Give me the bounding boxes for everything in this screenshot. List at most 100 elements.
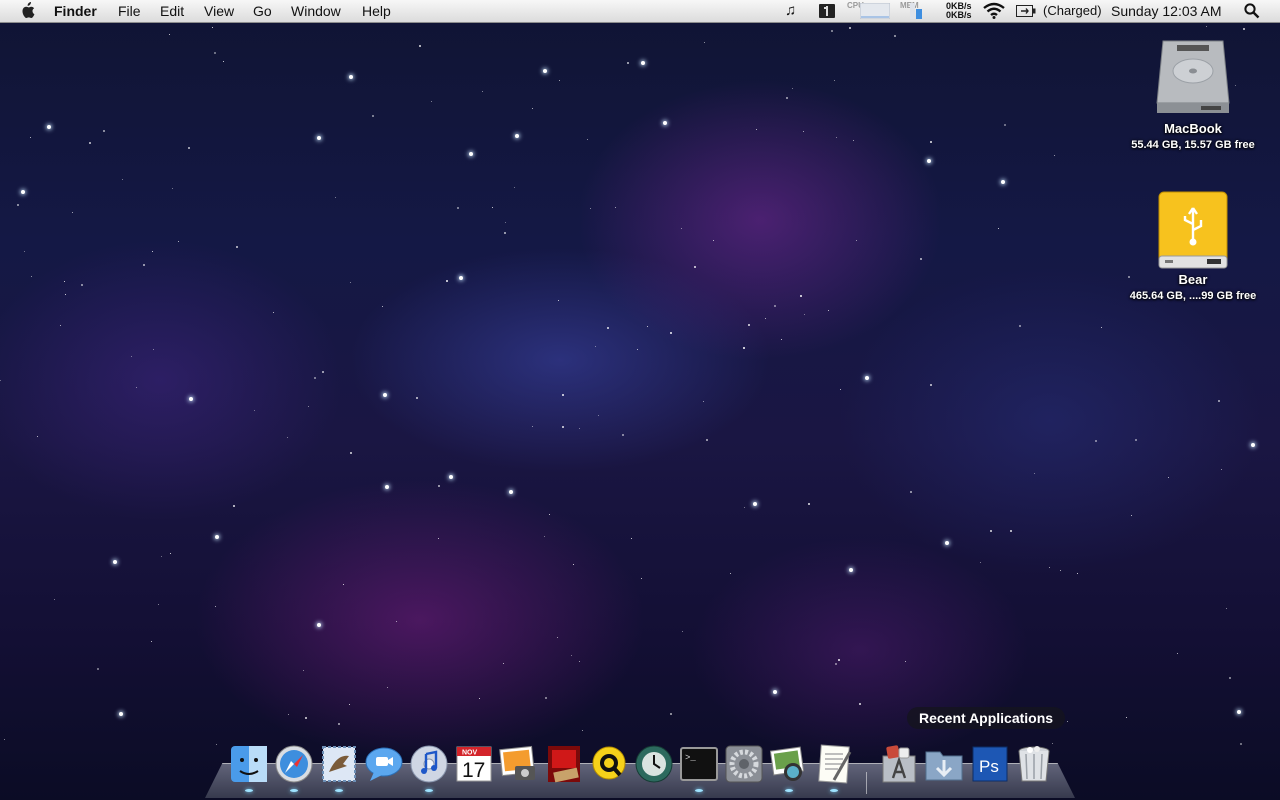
star: [459, 276, 463, 280]
star: [60, 325, 61, 326]
star: [840, 389, 841, 390]
system-preferences-icon[interactable]: [724, 744, 764, 784]
star: [641, 578, 642, 579]
wifi-icon[interactable]: [983, 2, 1005, 19]
star: [663, 121, 667, 125]
textedit-icon[interactable]: [814, 744, 854, 784]
star: [287, 437, 288, 438]
book-icon[interactable]: [818, 3, 836, 19]
network-throughput[interactable]: 0KB/s 0KB/s: [946, 2, 972, 20]
menu-file[interactable]: File: [118, 3, 141, 19]
battery-icon[interactable]: [1016, 5, 1036, 17]
star: [743, 347, 745, 349]
star: [756, 129, 757, 130]
star: [273, 312, 274, 313]
applications-stack-icon[interactable]: [879, 744, 919, 784]
star: [81, 284, 83, 286]
cpu-meter-icon[interactable]: [860, 3, 890, 19]
menu-app-name[interactable]: Finder: [54, 3, 97, 19]
front-row-icon[interactable]: [544, 744, 584, 784]
mail-icon[interactable]: [319, 744, 359, 784]
menu-view[interactable]: View: [204, 3, 234, 19]
terminal-icon[interactable]: >_: [679, 744, 719, 784]
star: [505, 222, 506, 223]
star: [532, 108, 533, 109]
star: [774, 305, 776, 307]
itunes-note-icon[interactable]: ♫: [785, 2, 796, 19]
memory-meter-icon[interactable]: [910, 3, 922, 19]
running-indicator-textedit: [830, 789, 838, 792]
star: [1067, 721, 1068, 722]
safari-icon[interactable]: [274, 744, 314, 784]
star: [97, 668, 99, 670]
star: [37, 436, 38, 437]
star: [559, 80, 560, 81]
iphoto-icon[interactable]: [499, 744, 539, 784]
menu-window[interactable]: Window: [291, 3, 341, 19]
star: [492, 207, 493, 208]
star: [558, 300, 559, 301]
itunes-icon[interactable]: [409, 744, 449, 784]
menu-go[interactable]: Go: [253, 3, 272, 19]
star: [188, 147, 190, 149]
star: [317, 136, 321, 140]
star: [216, 744, 217, 745]
star: [828, 310, 829, 311]
menu-help[interactable]: Help: [362, 3, 391, 19]
photoshop-icon[interactable]: Ps: [970, 744, 1010, 784]
star: [215, 535, 219, 539]
star: [835, 663, 837, 665]
hard-drive-icon: [1156, 40, 1230, 113]
ical-icon[interactable]: NOV 17: [454, 744, 494, 784]
star: [781, 339, 782, 340]
star: [849, 27, 851, 29]
downloads-stack-icon[interactable]: [924, 744, 964, 784]
spotlight-icon[interactable]: [1244, 3, 1260, 19]
star: [416, 397, 418, 399]
star: [1226, 608, 1227, 609]
desktop-icon-bear[interactable]: Bear 465.64 GB, ....99 GB free: [1118, 190, 1268, 302]
star: [631, 538, 632, 539]
terminal-prompt: >_: [685, 753, 696, 763]
star: [233, 505, 235, 507]
star: [349, 75, 353, 79]
time-machine-icon[interactable]: [634, 744, 674, 784]
star: [1060, 570, 1061, 571]
ical-day: 17: [462, 759, 485, 782]
ichat-icon[interactable]: [364, 744, 404, 784]
star: [627, 62, 629, 64]
star: [694, 266, 696, 268]
star: [894, 35, 896, 37]
star: [1131, 515, 1132, 516]
preview-icon[interactable]: [769, 744, 809, 784]
star: [920, 258, 922, 260]
photoshop-label: Ps: [979, 757, 999, 776]
star: [4, 739, 5, 740]
star: [579, 661, 580, 662]
star: [317, 623, 321, 627]
apple-logo-icon[interactable]: [19, 2, 35, 19]
star: [161, 556, 162, 557]
desktop-icon-macbook[interactable]: MacBook 55.44 GB, 15.57 GB free: [1118, 33, 1268, 151]
star: [288, 714, 289, 715]
star: [322, 371, 324, 373]
ical-month: NOV: [462, 750, 478, 757]
star: [314, 377, 316, 379]
cpu-label: CPU: [847, 1, 864, 10]
menu-clock[interactable]: Sunday 12:03 AM: [1111, 3, 1222, 19]
star: [47, 125, 51, 129]
battery-status-text[interactable]: (Charged): [1043, 3, 1102, 19]
star: [1251, 443, 1255, 447]
star: [119, 712, 123, 716]
finder-icon[interactable]: [229, 744, 269, 784]
star: [308, 406, 309, 407]
star: [706, 439, 708, 441]
menu-edit[interactable]: Edit: [160, 3, 184, 19]
star: [514, 187, 515, 188]
trash-icon[interactable]: [1014, 744, 1054, 784]
quicktime-icon[interactable]: [589, 744, 629, 784]
star: [808, 503, 810, 505]
menu-bar: Finder File Edit View Go Window Help ♫ C…: [0, 0, 1280, 23]
star: [1054, 155, 1055, 156]
star: [122, 179, 123, 180]
